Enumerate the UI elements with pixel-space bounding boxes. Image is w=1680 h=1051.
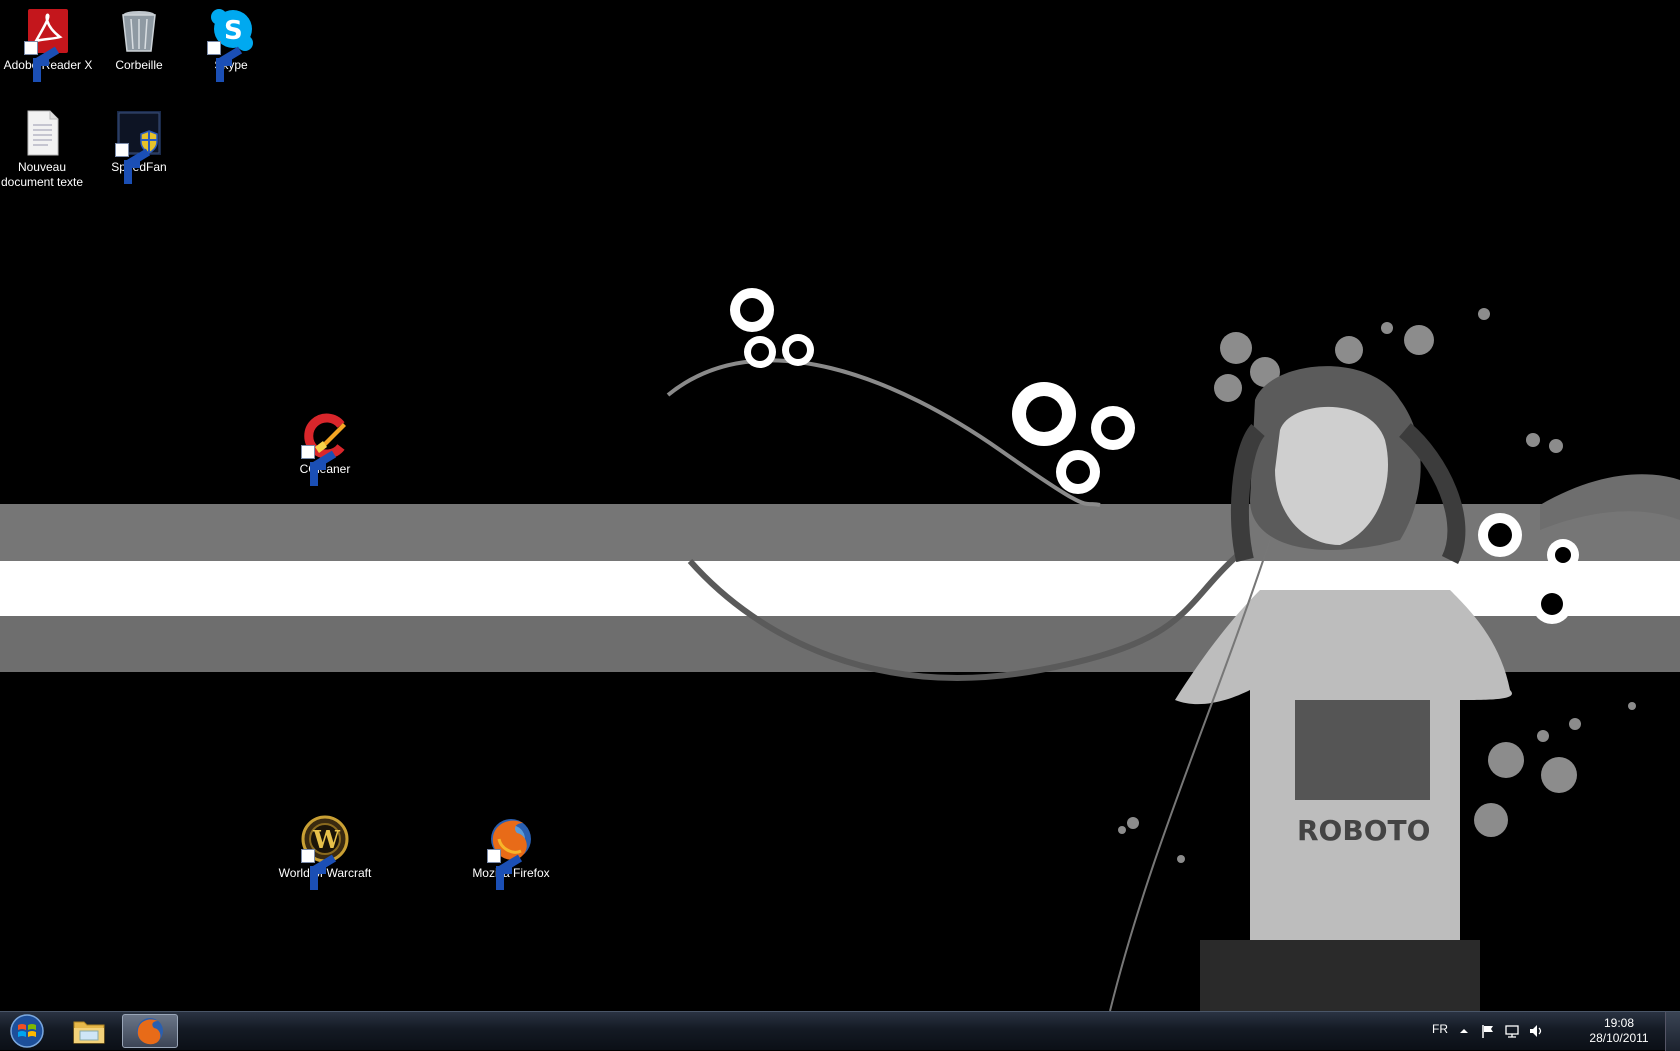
desktop-icon-speedfan[interactable]: SpeedFan: [91, 109, 187, 184]
clock-time: 19:08: [1603, 1016, 1635, 1030]
clock-date: 28/10/2011: [1589, 1031, 1649, 1045]
shortcut-arrow-icon: [301, 445, 337, 486]
system-tray: FR 19:08 28/10/2011: [1420, 1012, 1680, 1051]
desktop-icon-world-of-warcraft[interactable]: W World of Warcraft: [277, 815, 373, 890]
adobe-reader-icon: [24, 7, 72, 82]
clock[interactable]: 19:08 28/10/2011: [1584, 1016, 1654, 1046]
desktop-icon-skype[interactable]: S Skype: [183, 7, 279, 82]
speedfan-icon: [115, 109, 163, 184]
svg-text:ROBOTO: ROBOTO: [1297, 814, 1430, 847]
world-of-warcraft-icon: W: [301, 815, 349, 890]
desktop-wallpaper: ROBOTO: [0, 0, 1680, 1011]
shortcut-arrow-icon: [115, 143, 151, 184]
firefox-icon: [487, 815, 535, 890]
text-document-icon: [18, 109, 66, 157]
shortcut-arrow-icon: [24, 41, 60, 82]
desktop-icon-ccleaner[interactable]: CCleaner: [277, 411, 373, 486]
show-hidden-icons-arrow[interactable]: [1456, 1023, 1472, 1039]
desktop-icon-text-document[interactable]: Nouveau document texte: [0, 109, 90, 190]
taskbar-button-firefox[interactable]: [122, 1014, 178, 1048]
desktop-icon-label: Nouveau document texte: [0, 160, 84, 189]
language-indicator[interactable]: FR: [1425, 1022, 1455, 1036]
desktop-icon-firefox[interactable]: Mozilla Firefox: [463, 815, 559, 890]
skype-icon: S: [207, 7, 255, 82]
desktop-icon-adobe-reader[interactable]: Adobe Reader X: [0, 7, 96, 82]
shortcut-arrow-icon: [301, 849, 337, 890]
folder-explorer-icon: [73, 1021, 105, 1044]
taskbar-button-explorer[interactable]: [61, 1014, 117, 1048]
desktop-icon-label: Corbeille: [115, 58, 163, 72]
shortcut-arrow-icon: [487, 849, 523, 890]
desktop-icon-recycle-bin[interactable]: Corbeille: [91, 7, 187, 73]
start-button[interactable]: [4, 1013, 50, 1049]
network-icon[interactable]: [1504, 1023, 1520, 1039]
volume-icon[interactable]: [1528, 1023, 1544, 1039]
windows-logo-icon: [10, 1014, 44, 1048]
recycle-bin-icon: [115, 7, 163, 55]
taskbar: FR 19:08 28/10/2011: [0, 1011, 1680, 1051]
firefox-icon: [137, 1018, 163, 1045]
show-desktop-button[interactable]: [1665, 1012, 1680, 1051]
shortcut-arrow-icon: [207, 41, 243, 82]
ccleaner-icon: [301, 411, 349, 486]
action-center-flag-icon[interactable]: [1480, 1023, 1496, 1039]
